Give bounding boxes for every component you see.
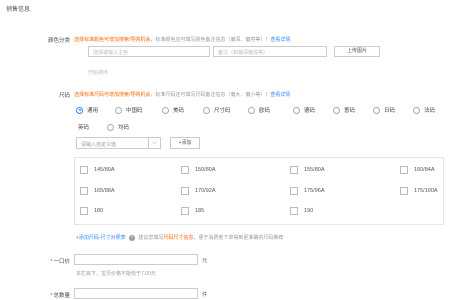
size-values-panel: 145/80A 150/80A 155/80A 160/84A 165/88A …: [74, 157, 444, 225]
price-input[interactable]: [74, 254, 198, 265]
stock-label: *总数量: [50, 293, 70, 299]
size-value-item[interactable]: 185: [181, 207, 204, 215]
size-option-us[interactable]: 美码: [162, 106, 184, 114]
color-hint: 选择标准颜色可增加搜索/导购机会，标准颜色还可填写颜色备注信息（偏深、偏亮等）！…: [74, 36, 290, 43]
start-sort-link[interactable]: 开始排序: [88, 69, 108, 76]
color-hint-grey: ，标准颜色还可填写颜色备注信息（偏深、偏亮等）！: [150, 37, 271, 43]
checkbox-icon: [80, 187, 88, 195]
radio-icon: [107, 123, 114, 131]
radio-icon: [203, 106, 210, 114]
size-value-item[interactable]: 175/96A: [290, 187, 325, 195]
radio-icon: [248, 106, 255, 114]
price-label: *一口价: [50, 259, 70, 265]
upload-image-button[interactable]: 上传图片: [334, 46, 380, 57]
size-option-dimension[interactable]: 尺寸码: [203, 106, 231, 114]
checkbox-icon: [181, 166, 189, 174]
size-option-uk[interactable]: 英码: [78, 123, 89, 131]
size-option-it[interactable]: 意码: [333, 106, 355, 114]
radio-icon: [115, 106, 122, 114]
size-value-item[interactable]: 190: [290, 207, 313, 215]
add-size-table-link[interactable]: +添加尺码-尺寸对照表: [76, 235, 126, 241]
color-select-input[interactable]: 选择或输入主色: [88, 46, 210, 57]
chevron-down-icon: ⌵: [148, 138, 160, 148]
size-option-eu[interactable]: 欧码: [248, 106, 270, 114]
size-option-cn[interactable]: 中国码: [115, 106, 143, 114]
size-value-item[interactable]: 160/84A: [400, 166, 435, 174]
question-icon: ?: [128, 234, 135, 241]
size-hint-link[interactable]: 查看详情: [270, 92, 290, 98]
checkbox-icon: [80, 207, 88, 215]
size-value-item[interactable]: 165/88A: [80, 187, 115, 195]
size-value-item[interactable]: 155/80A: [290, 166, 325, 174]
custom-value-select[interactable]: 请输入自定义值 ⌵: [76, 137, 161, 149]
size-option-tongyong[interactable]: 通用: [76, 106, 98, 114]
color-hint-link[interactable]: 查看详情: [270, 37, 290, 43]
checkbox-icon: [400, 187, 408, 195]
stock-input[interactable]: [74, 288, 198, 299]
radio-icon: [333, 106, 340, 114]
size-value-item[interactable]: 145/80A: [80, 166, 115, 174]
checkbox-icon: [80, 166, 88, 174]
radio-icon: [413, 106, 420, 114]
checkbox-icon: [290, 207, 298, 215]
stock-unit: 件: [202, 292, 208, 298]
radio-icon: [293, 106, 300, 114]
checkbox-icon: [400, 166, 408, 174]
size-option-jp[interactable]: 日码: [373, 106, 395, 114]
price-unit: 元: [202, 258, 208, 264]
color-remark-input[interactable]: 备注（如偏深偏浅等）: [213, 46, 327, 57]
color-label: 颜色分类: [47, 38, 70, 44]
size-value-item[interactable]: 180: [80, 207, 103, 215]
size-hint-grey: ，标准尺码还可填写尺码备注信息（偏大、偏小等）！: [150, 92, 271, 98]
size-table-tip: +添加尺码-尺寸对照表 ? 建议您填写尺码尺寸信息，便于消费者下单得到更准确的尺…: [76, 234, 284, 241]
size-option-de[interactable]: 德码: [293, 106, 315, 114]
checkbox-icon: [290, 187, 298, 195]
size-option-one-size[interactable]: 均码: [107, 123, 129, 131]
size-hint-orange: 选择标准尺码可增加搜索/导购机会: [74, 92, 151, 98]
size-label: 尺码: [58, 93, 70, 99]
add-custom-size-button[interactable]: +添加: [170, 137, 200, 149]
radio-icon: [373, 106, 380, 114]
checkbox-icon: [290, 166, 298, 174]
radio-checked-icon: [76, 106, 83, 114]
radio-icon: [162, 106, 169, 114]
size-value-item[interactable]: 175/100A: [400, 187, 438, 195]
color-hint-orange: 选择标准颜色可增加搜索/导购机会: [74, 37, 151, 43]
size-option-fr[interactable]: 法码: [413, 106, 435, 114]
checkbox-icon: [181, 207, 189, 215]
checkbox-icon: [181, 187, 189, 195]
size-hint: 选择标准尺码可增加搜索/导购机会，标准尺码还可填写尺码备注信息（偏大、偏小等）！…: [74, 91, 290, 98]
size-value-item[interactable]: 170/92A: [181, 187, 216, 195]
section-title: 销售信息: [6, 7, 31, 13]
size-value-item[interactable]: 150/80A: [181, 166, 216, 174]
price-note: 本栏目下，宝贝价格不能低于7.00元: [76, 271, 156, 277]
